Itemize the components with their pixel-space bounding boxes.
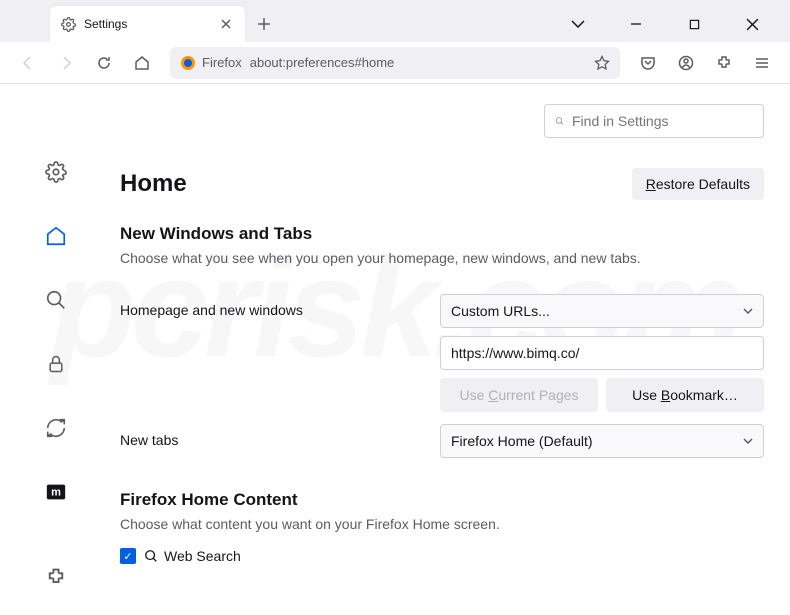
search-settings-input[interactable]: [544, 104, 764, 138]
forward-button[interactable]: [50, 47, 82, 79]
newtabs-label: New tabs: [120, 424, 420, 448]
search-icon: [144, 549, 158, 563]
extensions-icon[interactable]: [708, 47, 740, 79]
toolbar: Firefox about:preferences#home: [0, 42, 790, 84]
sidebar: m: [0, 84, 112, 615]
websearch-checkbox[interactable]: ✓: [120, 548, 136, 564]
bookmark-star-icon[interactable]: [594, 55, 610, 71]
gear-icon: [60, 16, 76, 32]
home-button[interactable]: [126, 47, 158, 79]
homepage-select[interactable]: Custom URLs...: [440, 294, 764, 328]
websearch-label: Web Search: [144, 548, 241, 564]
maximize-button[interactable]: [674, 9, 714, 39]
section-desc-home-content: Choose what content you want on your Fir…: [120, 516, 764, 532]
use-bookmark-button[interactable]: Use Bookmark…: [606, 378, 764, 412]
homepage-label: Homepage and new windows: [120, 294, 420, 318]
section-title-home-content: Firefox Home Content: [120, 490, 764, 510]
close-window-button[interactable]: [732, 9, 772, 39]
sidebar-item-privacy[interactable]: [38, 346, 74, 382]
main-content: Home Restore Defaults New Windows and Ta…: [112, 84, 790, 615]
sidebar-item-home[interactable]: [38, 218, 74, 254]
close-icon[interactable]: [217, 15, 235, 33]
urlbar-label: Firefox: [202, 55, 242, 70]
urlbar-text: about:preferences#home: [250, 55, 586, 70]
tab-bar: Settings: [0, 0, 790, 42]
sidebar-item-sync[interactable]: [38, 410, 74, 446]
section-title-windows-tabs: New Windows and Tabs: [120, 224, 764, 244]
account-icon[interactable]: [670, 47, 702, 79]
homepage-url-input[interactable]: [440, 336, 764, 370]
sidebar-item-search[interactable]: [38, 282, 74, 318]
tabs-dropdown-icon[interactable]: [558, 9, 598, 39]
app-menu-icon[interactable]: [746, 47, 778, 79]
firefox-logo-icon: [180, 55, 196, 71]
sidebar-item-extensions[interactable]: [38, 559, 74, 595]
back-button[interactable]: [12, 47, 44, 79]
search-icon: [555, 114, 564, 128]
restore-defaults-button[interactable]: Restore Defaults: [632, 168, 764, 200]
tab-title: Settings: [84, 17, 209, 31]
section-desc: Choose what you see when you open your h…: [120, 250, 764, 266]
pocket-icon[interactable]: [632, 47, 664, 79]
chevron-down-icon: [743, 438, 753, 444]
sidebar-item-more[interactable]: m: [38, 474, 74, 510]
svg-text:m: m: [51, 487, 61, 499]
newtabs-select[interactable]: Firefox Home (Default): [440, 424, 764, 458]
page-title: Home: [120, 170, 187, 198]
use-current-pages-button[interactable]: Use Current Pages: [440, 378, 598, 412]
reload-button[interactable]: [88, 47, 120, 79]
url-bar[interactable]: Firefox about:preferences#home: [170, 47, 620, 79]
identity-box[interactable]: Firefox: [180, 55, 242, 71]
tab-settings[interactable]: Settings: [50, 6, 245, 42]
sidebar-item-general[interactable]: [38, 154, 74, 190]
minimize-button[interactable]: [616, 9, 656, 39]
new-tab-button[interactable]: [249, 9, 279, 39]
chevron-down-icon: [743, 308, 753, 314]
